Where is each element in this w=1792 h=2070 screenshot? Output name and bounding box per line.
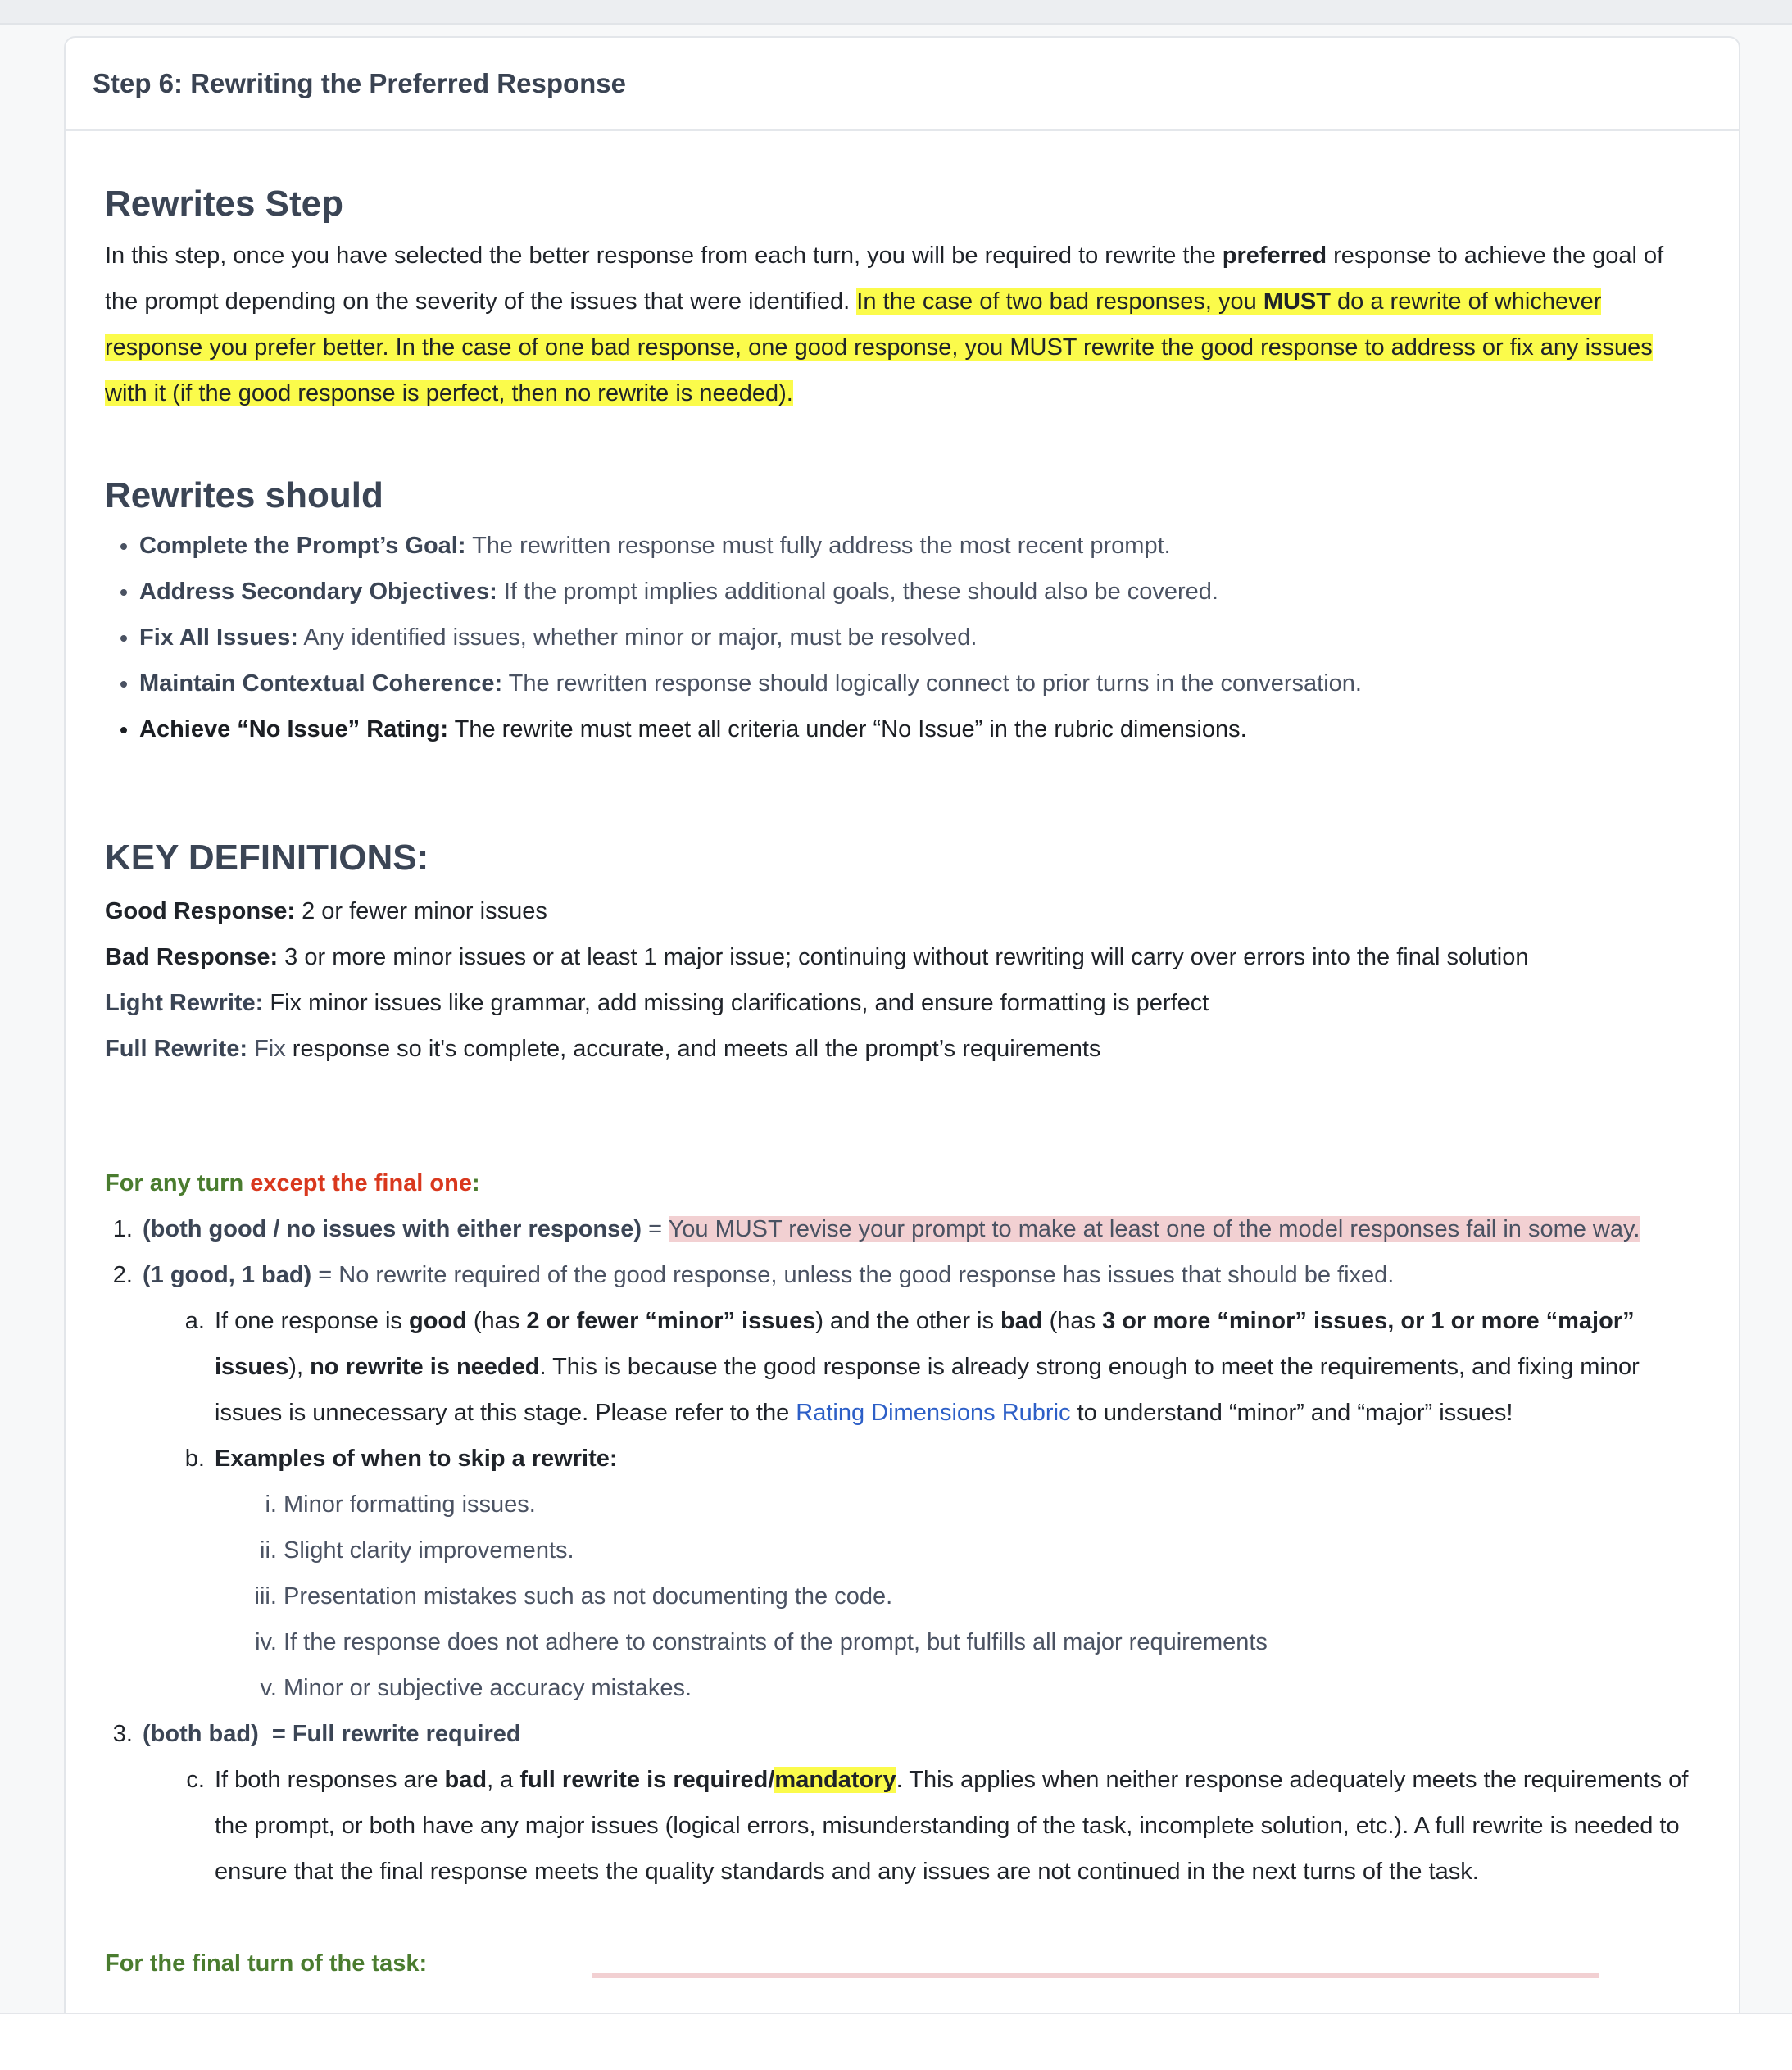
- item-text: The rewritten response must fully addres…: [465, 533, 1171, 559]
- definition-label: Light Rewrite:: [105, 990, 264, 1016]
- key-definitions-list: Good Response: 2 or fewer minor issues B…: [105, 888, 1699, 1072]
- heading-green: For any turn: [105, 1170, 251, 1196]
- definition-text-gray: Fix: [247, 1036, 286, 1062]
- sub-item-c: If both responses are bad, a full rewrit…: [211, 1757, 1699, 1895]
- text: If one response is: [215, 1308, 409, 1334]
- rule-highlight: You MUST revise your prompt to make at l…: [668, 1216, 1640, 1242]
- item-label: Maintain Contextual Coherence:: [139, 670, 503, 697]
- turn-rules-list: (both good / no issues with either respo…: [105, 1206, 1699, 1895]
- sub-item-a: If one response is good (has 2 or fewer …: [211, 1298, 1699, 1436]
- list-item: Minor or subjective accuracy mistakes.: [284, 1665, 1699, 1711]
- item-label: Address Secondary Objectives:: [139, 579, 497, 605]
- rule-both-good: (both good / no issues with either respo…: [139, 1206, 1699, 1252]
- text: If both responses are: [215, 1767, 445, 1793]
- rule-label: (1 good, 1 bad): [143, 1262, 312, 1288]
- sub-list-a-b: If one response is good (has 2 or fewer …: [143, 1298, 1699, 1711]
- rule-text: = No rewrite required of the good respon…: [311, 1262, 1395, 1288]
- definition-label: Bad Response:: [105, 944, 279, 970]
- text: ),: [288, 1354, 311, 1380]
- item-text: The rewrite must meet all criteria under…: [448, 716, 1247, 742]
- definition-text: 3 or more minor issues or at least 1 maj…: [278, 944, 1529, 970]
- bold-text: full rewrite is required/: [519, 1767, 775, 1793]
- highlight-mandatory: mandatory: [774, 1767, 896, 1793]
- list-item: Address Secondary Objectives: If the pro…: [139, 569, 1699, 615]
- key-definitions-heading: KEY DEFINITIONS:: [105, 838, 429, 878]
- rule-text: = Full rewrite required: [258, 1721, 521, 1747]
- rating-rubric-link[interactable]: Rating Dimensions Rubric: [796, 1400, 1070, 1426]
- heading-colon: :: [471, 1170, 480, 1196]
- list-item: Minor formatting issues.: [284, 1482, 1699, 1528]
- bold-text: 2 or fewer “minor” issues: [526, 1308, 816, 1334]
- bold-text: no rewrite is needed: [310, 1354, 540, 1380]
- card-title: Step 6: Rewriting the Preferred Response: [93, 68, 626, 98]
- step-card: Step 6: Rewriting the Preferred Response…: [64, 36, 1740, 2068]
- item-text: If the prompt implies additional goals, …: [497, 579, 1218, 605]
- non-final-turn-heading: For any turn except the final one:: [105, 1160, 1699, 1206]
- item-label: Complete the Prompt’s Goal:: [139, 533, 466, 559]
- item-text: The rewritten response should logically …: [502, 670, 1362, 697]
- rule-one-good-one-bad: (1 good, 1 bad) = No rewrite required of…: [139, 1252, 1699, 1711]
- sub-list-c: If both responses are bad, a full rewrit…: [143, 1757, 1699, 1895]
- rule-label: (both bad): [143, 1721, 259, 1747]
- definition-bad: Bad Response: 3 or more minor issues or …: [105, 934, 1699, 980]
- heading-green: For the final turn of the task:: [105, 1950, 428, 1977]
- list-item: Slight clarity improvements.: [284, 1528, 1699, 1573]
- text: (has: [1042, 1308, 1103, 1334]
- rewrites-step-paragraph: In this step, once you have selected the…: [105, 233, 1699, 416]
- item-label: Achieve “No Issue” Rating:: [139, 716, 449, 742]
- rule-label: (both good / no issues with either respo…: [143, 1216, 642, 1242]
- skip-examples-list: Minor formatting issues. Slight clarity …: [215, 1482, 1699, 1711]
- item-label: Fix All Issues:: [139, 624, 298, 651]
- text: to understand “minor” and “major” issues…: [1070, 1400, 1513, 1426]
- final-turn-heading: For the final turn of the task:: [105, 1941, 1699, 1986]
- definition-text: Fix minor issues like grammar, add missi…: [263, 990, 1209, 1016]
- bottom-bar: [0, 2013, 1792, 2070]
- highlight-fragment: [592, 1973, 1599, 1978]
- rewrites-step-heading: Rewrites Step: [105, 184, 343, 224]
- bold-text: good: [408, 1308, 467, 1334]
- list-item: Complete the Prompt’s Goal: The rewritte…: [139, 523, 1699, 569]
- rewrites-text-1: In this step, once you have selected the…: [105, 243, 1223, 269]
- heading-red: except the final one: [250, 1170, 472, 1196]
- card-content: Rewrites Step In this step, once you hav…: [66, 131, 1739, 1986]
- list-item: Maintain Contextual Coherence: The rewri…: [139, 660, 1699, 706]
- text: , a: [487, 1767, 520, 1793]
- rewrites-should-heading: Rewrites should: [105, 475, 383, 515]
- card-header: Step 6: Rewriting the Preferred Response: [66, 38, 1739, 131]
- definition-text: response so it's complete, accurate, and…: [285, 1036, 1101, 1062]
- definition-label: Full Rewrite:: [105, 1036, 248, 1062]
- list-item: Achieve “No Issue” Rating: The rewrite m…: [139, 706, 1699, 752]
- text: ) and the other is: [815, 1308, 1001, 1334]
- bold-text: bad: [444, 1767, 488, 1793]
- definition-good: Good Response: 2 or fewer minor issues: [105, 888, 1699, 934]
- definition-text: 2 or fewer minor issues: [295, 898, 547, 924]
- text: (has: [466, 1308, 527, 1334]
- definition-light: Light Rewrite: Fix minor issues like gra…: [105, 980, 1699, 1026]
- item-text: Any identified issues, whether minor or …: [297, 624, 978, 651]
- rule-both-bad: (both bad) = Full rewrite required If bo…: [139, 1711, 1699, 1895]
- skip-examples-label: Examples of when to skip a rewrite:: [215, 1446, 618, 1472]
- preferred-bold: preferred: [1222, 243, 1327, 269]
- definition-label: Good Response:: [105, 898, 296, 924]
- sub-item-b: Examples of when to skip a rewrite: Mino…: [211, 1436, 1699, 1711]
- list-item: If the response does not adhere to const…: [284, 1619, 1699, 1665]
- highlight-must: MUST: [1263, 288, 1331, 315]
- list-item: Fix All Issues: Any identified issues, w…: [139, 615, 1699, 660]
- highlight-text-1: In the case of two bad responses, you: [856, 288, 1263, 315]
- list-item: Presentation mistakes such as not docume…: [284, 1573, 1699, 1619]
- top-bar: [0, 0, 1792, 25]
- rule-equals: =: [642, 1216, 669, 1242]
- bold-text: bad: [1000, 1308, 1043, 1334]
- definition-full: Full Rewrite: Fix response so it's compl…: [105, 1026, 1699, 1072]
- rewrites-should-list: Complete the Prompt’s Goal: The rewritte…: [105, 523, 1699, 752]
